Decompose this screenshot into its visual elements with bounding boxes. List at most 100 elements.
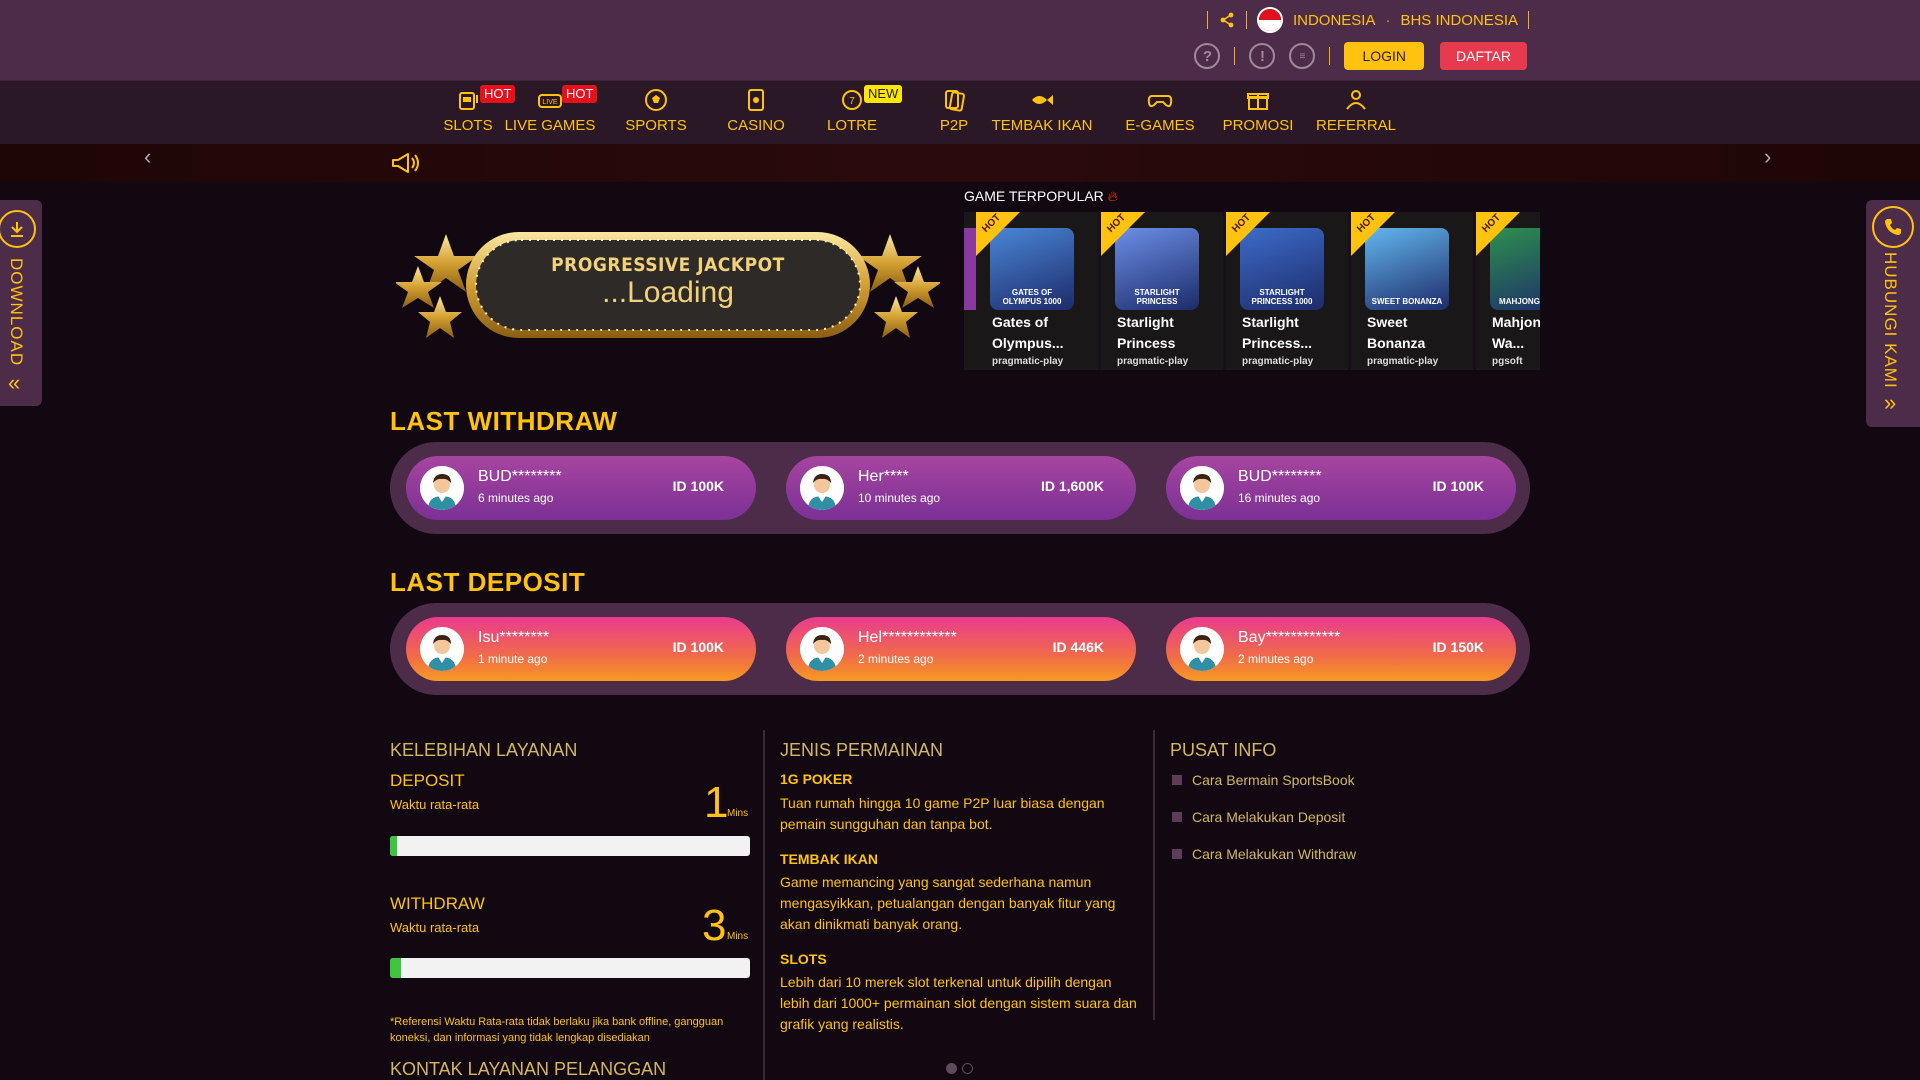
chat-icon[interactable]: ≡ bbox=[1289, 43, 1316, 69]
game-name-line: Princess... bbox=[1242, 335, 1313, 351]
gift-icon bbox=[1245, 87, 1271, 113]
game-card-partial[interactable] bbox=[964, 212, 1030, 370]
double-chevron-right-icon: » bbox=[1884, 390, 1897, 415]
register-button[interactable]: DAFTAR bbox=[1440, 42, 1527, 70]
contact-section-title: KONTAK LAYANAN PELANGGAN bbox=[390, 1059, 667, 1079]
game-type-heading: 1G POKER bbox=[780, 771, 853, 787]
game-name-line: Gates of bbox=[992, 314, 1049, 330]
avatar bbox=[800, 466, 844, 510]
info-link[interactable]: Cara Bermain SportsBook bbox=[1192, 772, 1355, 788]
info-link[interactable]: Cara Melakukan Withdraw bbox=[1192, 846, 1356, 862]
game-thumbnail-text: STARLIGHT PRINCESS 1000 bbox=[1251, 288, 1313, 306]
language-selector[interactable]: BHS INDONESIA bbox=[1400, 12, 1518, 29]
country-selector[interactable]: INDONESIA bbox=[1293, 12, 1376, 29]
info-icon[interactable]: ! bbox=[1249, 43, 1276, 69]
deposit-time-value: 1 bbox=[704, 778, 729, 827]
carousel-dot-active[interactable] bbox=[946, 1063, 957, 1074]
game-thumbnail-text: GATES OF OLYMPUS 1000 bbox=[1002, 288, 1062, 306]
nav-tembak-ikan[interactable]: TEMBAK IKAN bbox=[987, 85, 1097, 143]
column-divider bbox=[1153, 730, 1155, 1020]
withdraw-progress-bar bbox=[390, 958, 750, 978]
carousel-dot[interactable] bbox=[962, 1063, 973, 1074]
nav-casino[interactable]: CASINO bbox=[716, 85, 796, 143]
popular-games-carousel[interactable]: GATES OF OLYMPUS 1000 HOT Gates of Olympus.… bbox=[964, 212, 1540, 370]
help-icon[interactable]: ? bbox=[1194, 43, 1221, 69]
top-bar: INDONESIA · BHS INDONESIA ? ! ≡ LOGIN DA… bbox=[0, 0, 1920, 80]
nav-p2p[interactable]: P2P bbox=[929, 85, 979, 143]
divider bbox=[1245, 11, 1247, 29]
nav-label: SPORTS bbox=[625, 117, 687, 134]
last-withdraw-panel: BUD******** 6 minutes ago ID 100K Her**** 10… bbox=[390, 442, 1530, 534]
nav-sports[interactable]: SPORTS bbox=[621, 85, 691, 143]
game-name-line: Starlight bbox=[1117, 314, 1174, 330]
withdraw-entry: BUD******** 16 minutes ago ID 100K bbox=[1166, 456, 1516, 520]
soccer-ball-icon bbox=[643, 87, 669, 113]
indonesia-flag-icon[interactable] bbox=[1256, 7, 1283, 33]
game-name-line: Sweet bbox=[1367, 314, 1408, 330]
nav-label: LIVE GAMES bbox=[504, 117, 596, 134]
amount: ID 100K bbox=[672, 478, 724, 494]
game-name-line: Olympus... bbox=[992, 335, 1064, 351]
game-type-heading: SLOTS bbox=[780, 951, 827, 967]
game-card[interactable]: GATES OF OLYMPUS 1000 HOT Gates of Olympus.… bbox=[976, 212, 1098, 370]
game-name: Gates of Olympus... bbox=[992, 312, 1096, 354]
user-name: Isu******** bbox=[478, 629, 550, 646]
nav-promosi[interactable]: PROMOSI bbox=[1218, 85, 1298, 143]
nav-live-games[interactable]: LIVE LIVE GAMES HOT bbox=[499, 85, 601, 143]
game-type-description: Tuan rumah hingga 10 game P2P luar biasa… bbox=[780, 795, 1105, 832]
phone-icon bbox=[1872, 206, 1914, 248]
game-card[interactable]: SWEET BONANZA HOT Sweet Bonanza pragmatic-pl… bbox=[1351, 212, 1473, 370]
contact-tab[interactable]: HUBUNGI KAMI » bbox=[1866, 200, 1920, 427]
nav-slots[interactable]: SLOTS HOT bbox=[438, 85, 516, 143]
game-thumbnail-text: SWEET BONANZA bbox=[1371, 297, 1443, 306]
live-icon: LIVE bbox=[537, 87, 563, 113]
bullet-square bbox=[1172, 775, 1182, 785]
nav-label: REFERRAL bbox=[1315, 117, 1397, 134]
user-name: Hel************ bbox=[858, 629, 957, 646]
new-badge: NEW bbox=[864, 85, 903, 103]
game-name-line: Starlight bbox=[1242, 314, 1299, 330]
gamepad-icon bbox=[1147, 87, 1173, 113]
deposit-progress-fill bbox=[390, 836, 398, 856]
withdraw-time-value: 3 bbox=[702, 901, 727, 950]
game-provider: pragmatic-play bbox=[992, 356, 1064, 367]
account-row: ? ! ≡ LOGIN DAFTAR bbox=[1194, 42, 1527, 70]
login-button[interactable]: LOGIN bbox=[1344, 42, 1425, 70]
game-provider: pgsoft bbox=[1492, 356, 1523, 367]
nav-label: P2P bbox=[939, 117, 969, 134]
share-icon[interactable] bbox=[1218, 11, 1236, 29]
user-name: BUD******** bbox=[478, 468, 562, 485]
divider bbox=[1234, 47, 1236, 65]
svg-text:LIVE: LIVE bbox=[542, 99, 558, 106]
last-withdraw-title: LAST WITHDRAW bbox=[390, 406, 618, 436]
nav-e-games[interactable]: E-GAMES bbox=[1115, 85, 1205, 143]
service-note: *Referensi Waktu Rata-rata tidak berlaku… bbox=[390, 1016, 724, 1044]
game-name: Sweet Bonanza bbox=[1367, 312, 1471, 354]
nav-lotre[interactable]: 7 LOTRE NEW bbox=[817, 85, 903, 143]
game-provider: pragmatic-play bbox=[1117, 356, 1189, 367]
info-link[interactable]: Cara Melakukan Deposit bbox=[1192, 809, 1345, 825]
chevron-left-icon[interactable]: ‹ bbox=[144, 144, 151, 170]
time-ago: 16 minutes ago bbox=[1238, 491, 1321, 505]
game-type-description: Lebih dari 10 merek slot terkenal untuk … bbox=[780, 974, 1137, 1032]
megaphone-icon bbox=[390, 152, 420, 179]
nav-referral[interactable]: REFERRAL bbox=[1306, 85, 1406, 143]
game-name-line: Mahjong bbox=[1492, 314, 1540, 330]
deposit-time-unit: Mins bbox=[727, 808, 749, 819]
game-card[interactable]: STARLIGHT PRINCESS HOT Starlight Princess pr… bbox=[1101, 212, 1223, 370]
last-deposit-panel: Isu******** 1 minute ago ID 100K Hel*******… bbox=[390, 603, 1530, 695]
double-chevron-left-icon: « bbox=[8, 370, 21, 395]
contact-label: HUBUNGI KAMI bbox=[1881, 252, 1900, 389]
chevron-right-icon[interactable]: › bbox=[1764, 144, 1771, 170]
game-name-line: Princess bbox=[1117, 335, 1176, 351]
time-ago: 6 minutes ago bbox=[478, 491, 554, 505]
game-card[interactable]: MAHJONG WAYSHOTMahjongWa...pgsoft bbox=[1476, 212, 1540, 370]
withdraw-time-unit: Mins bbox=[727, 931, 749, 942]
info-center-title: PUSAT INFO bbox=[1170, 740, 1277, 760]
withdraw-progress-fill bbox=[390, 958, 401, 978]
game-type-heading: TEMBAK IKAN bbox=[780, 851, 878, 867]
download-tab[interactable]: DOWNLOAD « bbox=[0, 200, 42, 406]
game-card[interactable]: STARLIGHT PRINCESS 1000 HOT Starlight Princ… bbox=[1226, 212, 1348, 370]
withdraw-entry: Her**** 10 minutes ago ID 1,600K bbox=[786, 456, 1136, 520]
slot-machine-icon bbox=[455, 87, 481, 113]
